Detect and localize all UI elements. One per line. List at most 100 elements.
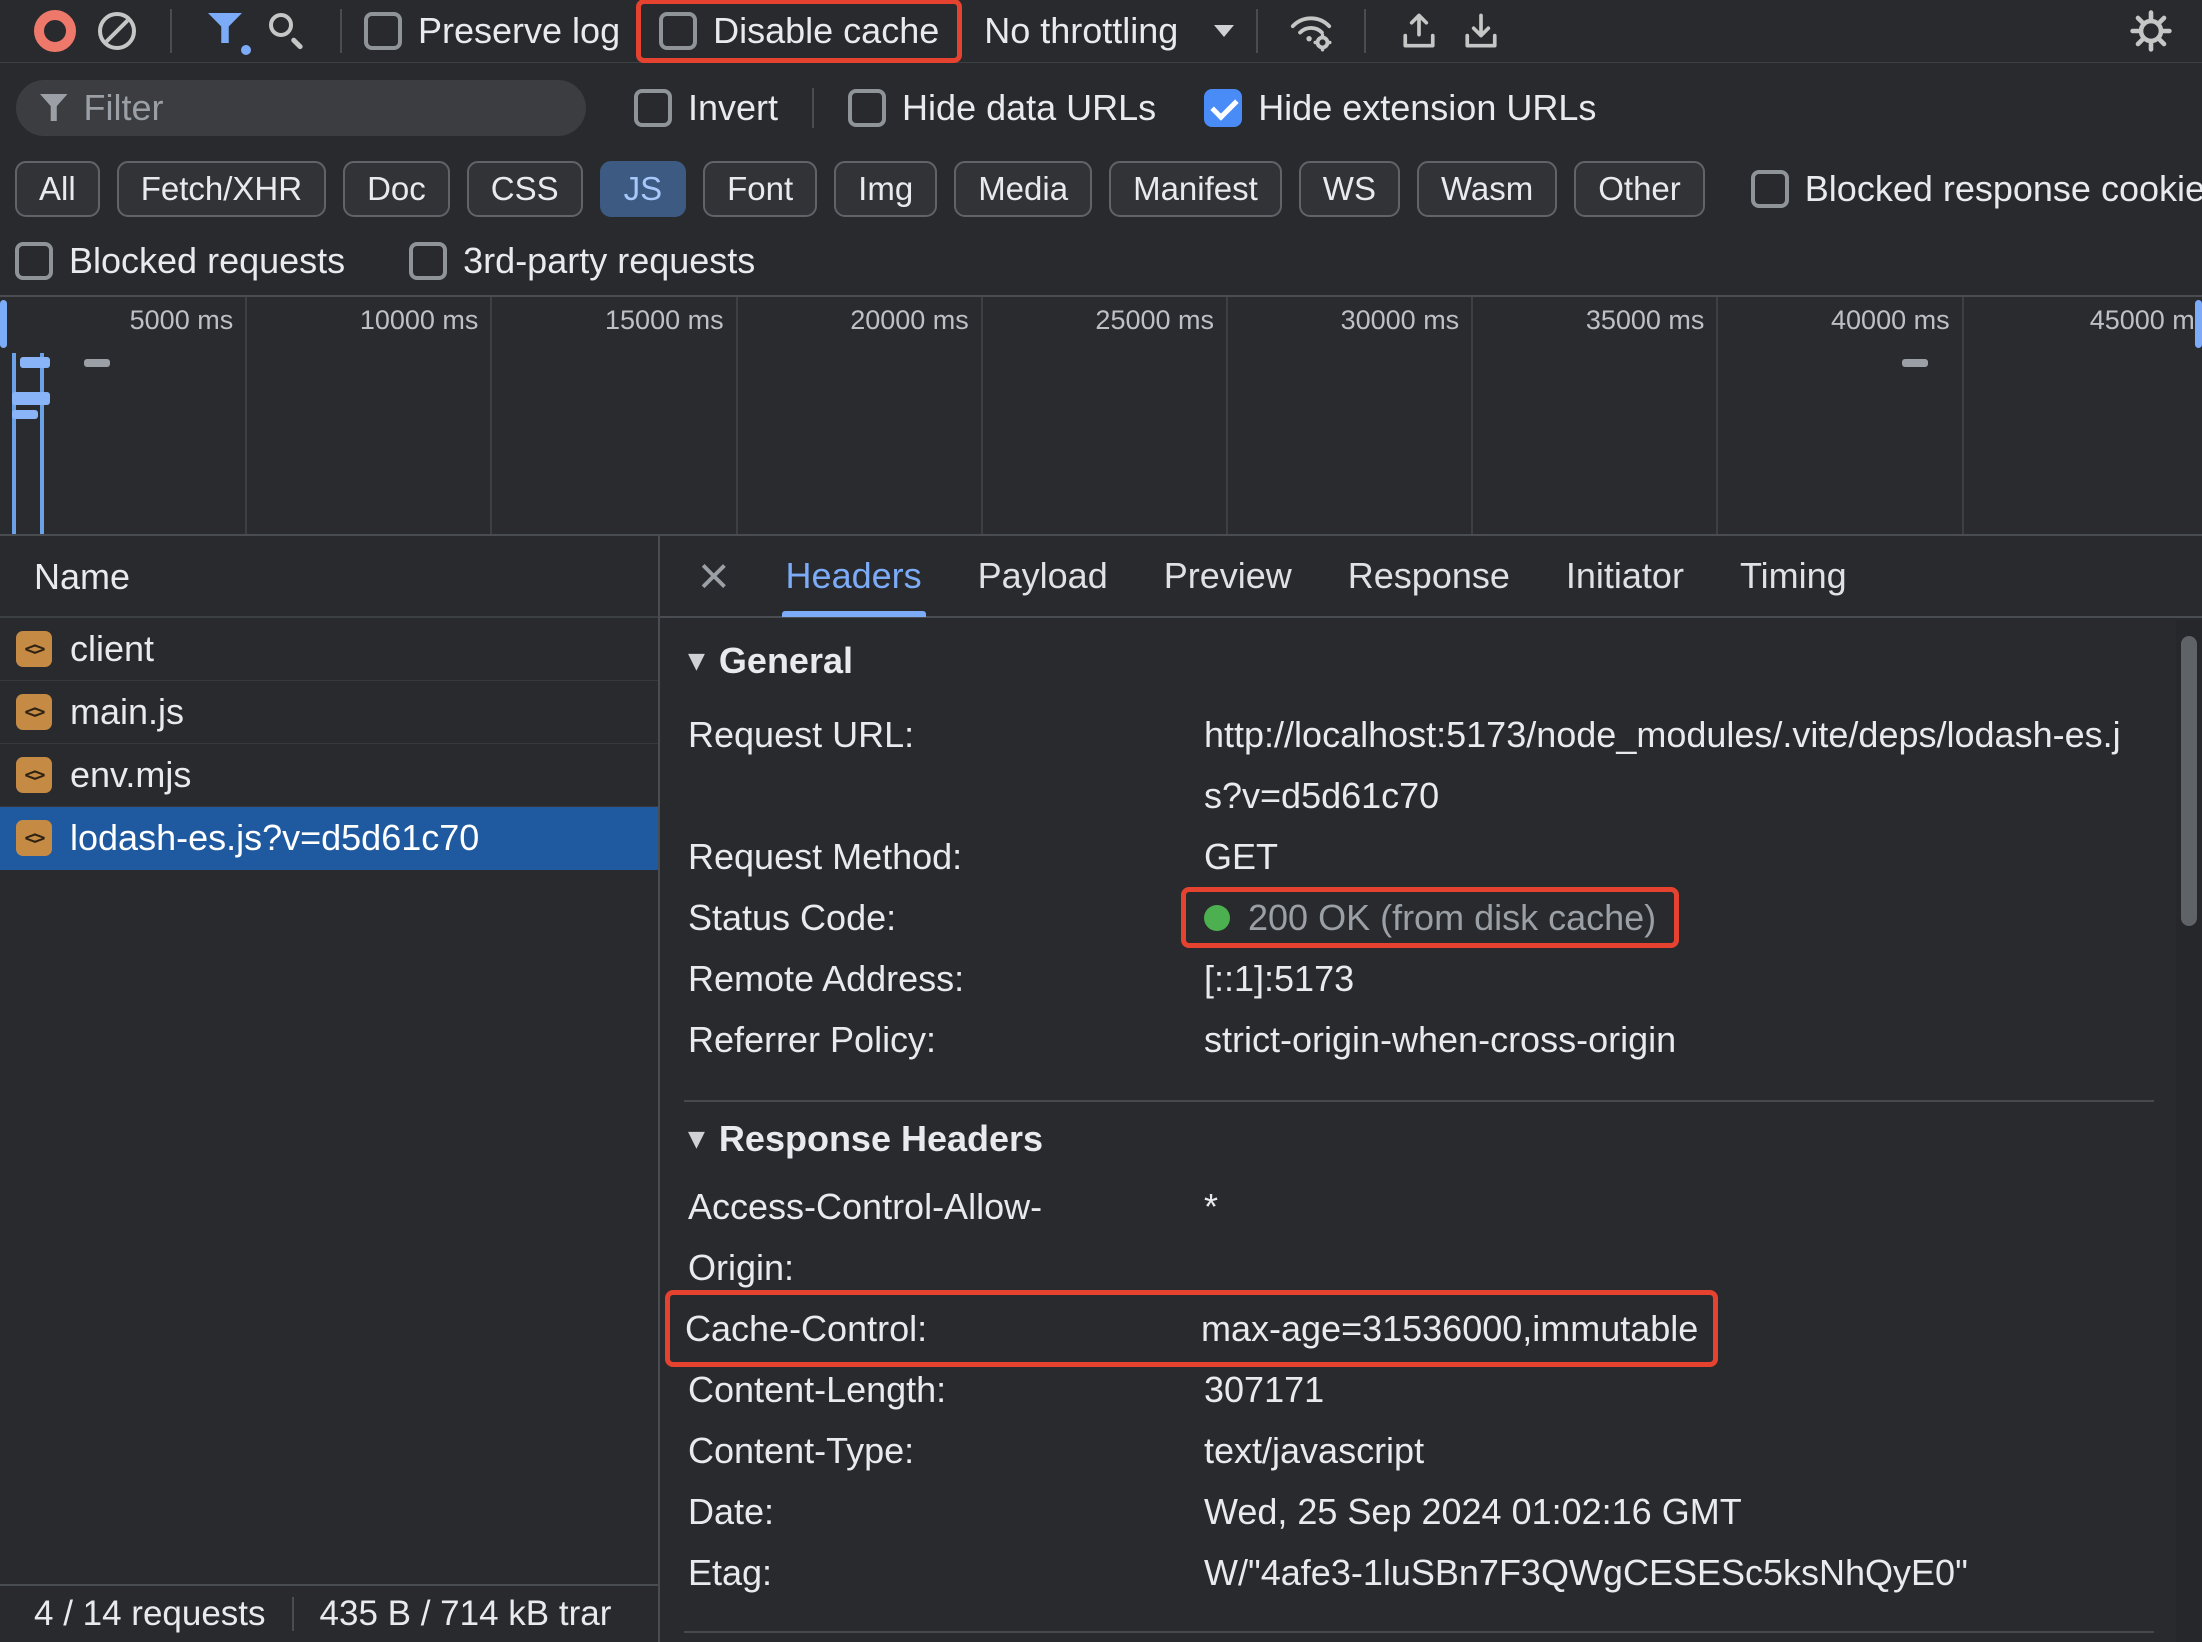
tab-payload[interactable]: Payload xyxy=(950,536,1136,617)
blocked-response-cookies-checkbox[interactable]: Blocked response cookies xyxy=(1751,168,2202,210)
funnel-icon xyxy=(40,94,68,121)
disable-cache-checkbox[interactable]: Disable cache xyxy=(659,10,939,52)
toolbar-divider xyxy=(812,88,814,128)
filter-chip-img[interactable]: Img xyxy=(834,161,937,217)
hide-data-urls-checkbox[interactable]: Hide data URLs xyxy=(848,87,1156,129)
throttling-value: No throttling xyxy=(984,10,1178,52)
wifi-gear-icon xyxy=(1288,8,1334,54)
header-name: Referrer Policy: xyxy=(688,1009,1204,1070)
header-value: 200 OK (from disk cache) xyxy=(1204,887,2154,948)
header-row: Referrer Policy:strict-origin-when-cross… xyxy=(684,1009,2154,1070)
blocked-requests-checkbox[interactable]: Blocked requests xyxy=(15,240,345,282)
export-har-button[interactable] xyxy=(1396,3,1442,59)
record-button[interactable] xyxy=(32,3,78,59)
clear-button[interactable] xyxy=(94,3,140,59)
network-overview[interactable]: 5000 ms10000 ms15000 ms20000 ms25000 ms3… xyxy=(0,295,2202,536)
checkbox-icon xyxy=(409,242,447,280)
resource-type-filter: All Fetch/XHR Doc CSS JS Font Img Media Manifest… xyxy=(15,161,1705,217)
filter-chip-wasm[interactable]: Wasm xyxy=(1417,161,1557,217)
tab-preview[interactable]: Preview xyxy=(1136,536,1320,617)
request-blocking-row: Blocked requests 3rd-party requests xyxy=(0,226,2202,295)
invert-checkbox[interactable]: Invert xyxy=(634,87,778,129)
search-icon xyxy=(266,10,308,52)
import-har-button[interactable] xyxy=(1458,3,1504,59)
timeline-tick-label: 20000 ms xyxy=(725,305,969,336)
network-main-area: Name <>client<>main.js<>env.mjs<>lodash-… xyxy=(0,536,2202,1642)
details-tabs: HeadersPayloadPreviewResponseInitiatorTi… xyxy=(758,536,1875,617)
toolbar-divider xyxy=(1256,9,1258,53)
header-row: Etag:W/"4afe3-1luSBn7F3QWgCESESc5ksNhQyE… xyxy=(684,1542,2154,1603)
annotation-box-disable-cache: Disable cache xyxy=(636,0,962,63)
timeline-tick-label: 15000 ms xyxy=(480,305,724,336)
response-headers-section-title: Response Headers xyxy=(719,1118,1043,1160)
checkbox-icon xyxy=(659,12,697,50)
request-row[interactable]: <>env.mjs xyxy=(0,744,658,807)
checkbox-icon xyxy=(1751,170,1789,208)
timeline-tick-label: 10000 ms xyxy=(234,305,478,336)
header-value: [::1]:5173 xyxy=(1204,948,2154,1009)
invert-label: Invert xyxy=(688,87,778,129)
filter-chip-manifest[interactable]: Manifest xyxy=(1109,161,1282,217)
filter-chip-fetch-xhr[interactable]: Fetch/XHR xyxy=(117,161,326,217)
timeline-tick-label: 40000 ms xyxy=(1706,305,1950,336)
request-row[interactable]: <>client xyxy=(0,618,658,681)
header-row: Request URL:http://localhost:5173/node_m… xyxy=(684,704,2154,826)
filter-chip-js[interactable]: JS xyxy=(600,161,687,217)
scrollbar-thumb[interactable] xyxy=(2181,636,2197,926)
close-details-button[interactable]: × xyxy=(698,549,730,603)
header-row: Content-Length:307171 xyxy=(684,1359,2154,1420)
filter-input-wrap xyxy=(16,80,586,136)
transferred-size: 435 B / 714 kB trar xyxy=(320,1594,612,1634)
general-section-header[interactable]: ▼ General xyxy=(684,618,2154,704)
details-panel: × HeadersPayloadPreviewResponseInitiator… xyxy=(660,536,2202,1642)
hide-extension-urls-checkbox[interactable]: Hide extension URLs xyxy=(1204,87,1596,129)
search-button[interactable] xyxy=(264,3,310,59)
triangle-down-icon: ▼ xyxy=(688,1127,705,1152)
request-row[interactable]: <>lodash-es.js?v=d5d61c70 xyxy=(0,807,658,870)
record-icon xyxy=(34,10,76,52)
filter-chip-font[interactable]: Font xyxy=(703,161,817,217)
download-icon xyxy=(1459,9,1503,53)
tab-initiator[interactable]: Initiator xyxy=(1538,536,1712,617)
header-value: text/javascript xyxy=(1204,1420,2154,1481)
preserve-log-checkbox[interactable]: Preserve log xyxy=(364,10,620,52)
header-value: GET xyxy=(1204,826,2154,887)
funnel-icon xyxy=(208,10,242,52)
filter-toggle-button[interactable] xyxy=(202,3,248,59)
name-column-header[interactable]: Name xyxy=(0,536,658,618)
resource-type-filter-row: All Fetch/XHR Doc CSS JS Font Img Media Manifest… xyxy=(0,152,2202,226)
network-main-toolbar: Preserve log Disable cache No throttling xyxy=(0,0,2202,63)
toolbar-divider xyxy=(340,9,342,53)
filter-chip-css[interactable]: CSS xyxy=(467,161,583,217)
response-headers-section-header[interactable]: ▼ Response Headers xyxy=(684,1102,2154,1176)
checkbox-icon xyxy=(634,89,672,127)
timeline-tick-label: 5000 ms xyxy=(0,305,233,336)
tab-response[interactable]: Response xyxy=(1320,536,1538,617)
filter-chip-other[interactable]: Other xyxy=(1574,161,1705,217)
preserve-log-label: Preserve log xyxy=(418,10,620,52)
devtools-network-panel: Preserve log Disable cache No throttling xyxy=(0,0,2202,1642)
waterfall-marker-line xyxy=(12,353,16,534)
filter-chip-ws[interactable]: WS xyxy=(1299,161,1400,217)
checkbox-icon xyxy=(1204,89,1242,127)
request-row[interactable]: <>main.js xyxy=(0,681,658,744)
throttling-select[interactable]: No throttling xyxy=(984,10,1234,52)
filter-chip-media[interactable]: Media xyxy=(954,161,1092,217)
hide-data-urls-label: Hide data URLs xyxy=(902,87,1156,129)
general-section-rows: Request URL:http://localhost:5173/node_m… xyxy=(684,704,2154,1070)
header-value: * xyxy=(1204,1176,2154,1298)
chevron-down-icon xyxy=(1214,25,1234,37)
response-headers-rows: Access-Control-Allow-Origin:*Cache-Contr… xyxy=(684,1176,2154,1603)
third-party-requests-checkbox[interactable]: 3rd-party requests xyxy=(409,240,755,282)
filter-chip-all[interactable]: All xyxy=(15,161,100,217)
request-list: <>client<>main.js<>env.mjs<>lodash-es.js… xyxy=(0,618,658,870)
tab-headers[interactable]: Headers xyxy=(758,536,950,617)
annotation-box-cache-control: Cache-Control:max-age=31536000,immutable xyxy=(665,1290,1718,1367)
filter-input[interactable] xyxy=(84,87,563,129)
tab-timing[interactable]: Timing xyxy=(1712,536,1875,617)
filter-chip-doc[interactable]: Doc xyxy=(343,161,450,217)
header-value: strict-origin-when-cross-origin xyxy=(1204,1009,2154,1070)
settings-button[interactable] xyxy=(2128,3,2174,59)
overview-right-grip[interactable] xyxy=(2195,300,2202,348)
network-conditions-button[interactable] xyxy=(1288,3,1334,59)
